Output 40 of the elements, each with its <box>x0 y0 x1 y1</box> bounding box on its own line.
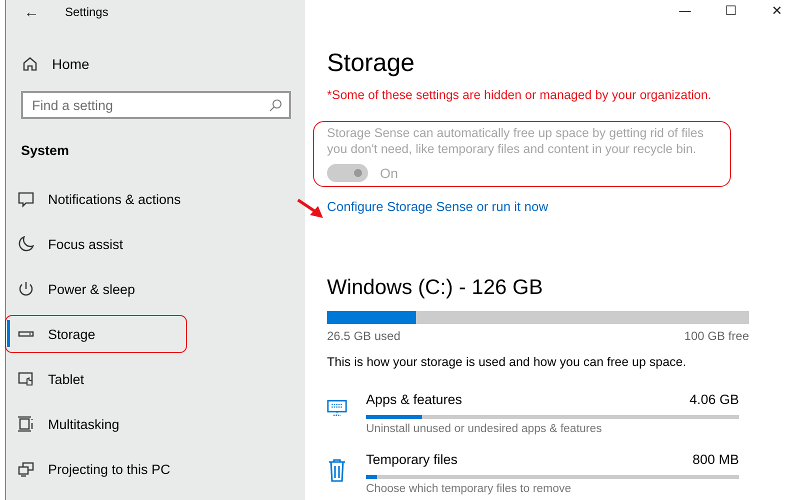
back-button[interactable]: ← <box>22 4 41 20</box>
search-field[interactable]: Find a setting <box>21 91 291 119</box>
nav-item[interactable]: Projecting to this PC <box>5 450 187 488</box>
nav-item[interactable]: Storage <box>5 315 187 353</box>
free-label: 100 GB free <box>684 329 749 343</box>
storage-intro: This is how your storage is used and how you can free up space. <box>327 355 688 369</box>
multitasking-icon <box>17 415 35 433</box>
configure-link[interactable]: Configure Storage Sense or run it now <box>327 199 548 214</box>
monitors-icon <box>17 460 35 478</box>
drive-title: Windows (C:) - 126 GB <box>327 276 544 301</box>
trash-icon <box>327 458 347 482</box>
monitor-icon <box>327 398 347 418</box>
category-hint: Uninstall unused or undesired apps & features <box>366 423 603 435</box>
page-title: Storage <box>327 49 416 79</box>
toggle-label: On <box>380 166 398 180</box>
home-nav-item[interactable]: Home <box>6 51 305 77</box>
nav-item[interactable]: Tablet <box>5 360 187 398</box>
policy-warning: *Some of these settings are hidden or managed by your organization. <box>327 88 712 102</box>
moon-icon <box>17 235 35 253</box>
nav-item[interactable]: Focus assist <box>5 225 187 263</box>
window-title: Settings <box>65 5 108 19</box>
nav-item[interactable]: Multitasking <box>5 405 187 443</box>
category-name[interactable]: Apps & features <box>366 392 462 407</box>
category-hint: Choose which temporary files to remove <box>366 483 572 495</box>
storage-sense-description: Storage Sense can automatically free up space by getting rid of files you don't need, like temporary files and content in your recycle bin. <box>327 125 705 157</box>
close-button[interactable]: ✕ <box>754 0 800 22</box>
used-label: 26.5 GB used <box>327 329 400 343</box>
category-size: 4.06 GB <box>689 392 739 407</box>
search-icon <box>269 99 282 112</box>
home-icon <box>22 56 38 72</box>
nav-item[interactable]: Power & sleep <box>5 270 187 308</box>
section-heading: System <box>21 143 70 158</box>
tablet-icon <box>17 370 35 388</box>
speech-bubble-icon <box>17 190 35 208</box>
minimize-button[interactable]: — <box>662 0 708 22</box>
nav-item[interactable]: Notifications & actions <box>5 180 187 218</box>
power-icon <box>17 280 35 298</box>
maximize-button[interactable]: ☐ <box>708 0 754 22</box>
category-name[interactable]: Temporary files <box>366 452 458 467</box>
category-size: 800 MB <box>692 452 739 467</box>
